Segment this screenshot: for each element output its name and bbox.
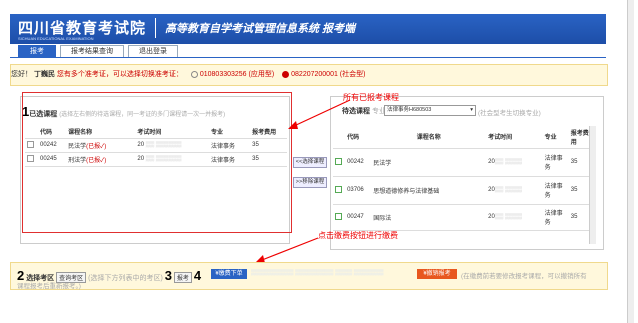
cert-option-2[interactable]: 082207200001 (社会型) <box>291 71 365 78</box>
course-fee: 35 <box>250 138 287 153</box>
col-name: 课程名称 <box>371 126 487 149</box>
exam-time: 20 <box>488 159 495 165</box>
course-fee: 35 <box>250 152 287 167</box>
course-major: 法律事务 <box>542 148 569 177</box>
blurred-text: ▒▒ ▒▒▒▒▒▒ <box>145 156 182 162</box>
status-badge: (已报✓) <box>86 157 107 164</box>
cancel-hint-2: 课程报考后重新报考。) <box>17 283 81 290</box>
course-name: 思想道德修养与法律基础 <box>371 176 487 205</box>
cancel-hint: (在缴费前若要修改报考课程，可以撤销所有 <box>461 273 587 280</box>
site-header: 四川省教育考试院 SICHUAN EDUCATIONAL EXAMINATION… <box>10 14 606 44</box>
table-row[interactable]: 00242 民法学(已报✓) 20 ▒▒ ▒▒▒▒▒▒ 法律事务 35 <box>25 138 287 153</box>
selected-courses-hint: (选择左右侧的待选课程，同一考证的多门课程请一次一并报考) <box>59 112 226 118</box>
selected-courses-title: 已选课程 <box>29 111 58 118</box>
table-scrollbar[interactable] <box>589 126 596 244</box>
blurred-text: ▒▒ ▒▒▒▒ <box>494 214 523 220</box>
action-bar: 2 选择考区 查询考区 (选择下方列表中的考区) 3 报考 4 ¥缴费下单 ▒▒… <box>10 262 608 290</box>
blurred-text: ▒▒ ▒▒▒▒▒▒ <box>145 142 182 148</box>
course-code: 00247 <box>345 204 372 231</box>
course-code: 00242 <box>345 148 372 177</box>
major-select-value: 法律事务H680503 <box>387 107 432 113</box>
switch-msg: 您有多个准考证，可以选择切换准考证： <box>56 71 183 78</box>
select-course-button[interactable]: <<选择课程 <box>293 157 327 168</box>
cert-option-1[interactable]: 010803303256 (应用型) <box>200 71 274 78</box>
page-scrollbar[interactable] <box>627 0 634 323</box>
course-name: 民法学 <box>371 148 487 177</box>
checkbox[interactable] <box>27 141 34 149</box>
step-number: 3 <box>164 268 172 283</box>
radio-icon[interactable] <box>190 70 198 78</box>
checkbox[interactable] <box>27 155 34 163</box>
col-name: 课程名称 <box>66 126 136 139</box>
checkbox[interactable] <box>335 213 342 221</box>
user-name: 丁巍民 <box>33 71 55 78</box>
course-code: 00242 <box>37 138 67 153</box>
available-courses-table: 代码 课程名称 考试时间 专业 报考费用 00242 民法学 20▒▒ ▒▒▒▒… <box>333 126 595 231</box>
blurred-text: ▒▒ ▒▒▒▒ <box>494 187 523 193</box>
exam-time: 20 <box>488 187 495 193</box>
course-code: 03706 <box>345 176 372 205</box>
table-row[interactable]: 00242 民法学 20▒▒ ▒▒▒▒ 法律事务 35 <box>333 148 595 177</box>
system-title: 高等教育自学考试管理信息系统 报考端 <box>165 23 356 35</box>
header-divider <box>155 18 156 38</box>
greeting: 您好 <box>11 71 25 78</box>
table-row[interactable]: 00247 国际法 20▒▒ ▒▒▒▒ 法律事务 35 <box>333 204 595 231</box>
chevron-down-icon: ▾ <box>470 107 473 113</box>
course-major: 法律事务 <box>542 204 569 231</box>
col-time: 考试时间 <box>486 126 543 149</box>
selected-courses-table: 代码 课程名称 考试时间 专业 报考费用 00242 民法学(已报✓) 20 ▒… <box>25 126 287 167</box>
blurred-text: ▒▒▒▒▒▒▒▒▒▒ ▒▒▒▒▒▒▒▒▒ ▒▒▒▒ ▒▒▒▒▒▒▒ <box>251 270 384 276</box>
exam-time: 20 <box>137 142 145 148</box>
pay-button[interactable]: ¥缴费下单 <box>211 269 247 279</box>
course-name: 刑法学 <box>68 157 87 164</box>
col-major: 专业 <box>542 126 569 149</box>
course-name: 民法学 <box>68 143 87 150</box>
checkbox[interactable] <box>335 158 342 166</box>
col-time: 考试时间 <box>135 126 210 139</box>
major-hint: (社会型考生切换专业) <box>478 110 541 117</box>
apply-button[interactable]: 报考 <box>173 272 192 283</box>
tab-underline <box>10 57 606 58</box>
major-select[interactable]: 法律事务H680503 ▾ <box>384 105 476 116</box>
exam-time: 20 <box>488 214 495 220</box>
remove-course-button[interactable]: >>移除课程 <box>293 177 327 188</box>
radio-selected-icon[interactable] <box>282 70 290 78</box>
status-badge: (已报✓) <box>86 143 107 150</box>
select-area-hint: (选择下方列表中的考区) <box>88 275 163 282</box>
blurred-text: ▒▒ ▒▒▒▒ <box>494 159 523 165</box>
account-notice: 您好！ 丁巍民 您有多个准考证，可以选择切换准考证： 010803303256 … <box>10 64 608 86</box>
checkbox[interactable] <box>335 186 342 194</box>
table-row[interactable]: 03706 思想道德修养与法律基础 20▒▒ ▒▒▒▒ 法律事务 35 <box>333 176 595 205</box>
annotation-arrow-top <box>288 99 351 129</box>
course-code: 00245 <box>37 152 67 167</box>
exam-time: 20 <box>137 156 145 162</box>
selected-courses-heading: 1已选课程 (选择左右侧的待选课程，同一考证的多门课程请一次一并报考) <box>22 104 225 119</box>
step-number: 4 <box>193 268 202 283</box>
org-subtitle: SICHUAN EDUCATIONAL EXAMINATION <box>18 36 94 41</box>
table-row[interactable]: 00245 刑法学(已报✓) 20 ▒▒ ▒▒▒▒▒▒ 法律事务 35 <box>25 152 287 167</box>
org-title: 四川省教育考试院 <box>18 20 147 37</box>
col-code: 代码 <box>37 126 67 139</box>
annotation-pay: 点击缴费按钮进行缴费 <box>318 231 398 240</box>
course-name: 国际法 <box>371 204 487 231</box>
course-major: 法律事务 <box>209 138 251 153</box>
col-major: 专业 <box>209 126 251 139</box>
course-major: 法律事务 <box>542 176 569 205</box>
course-major: 法律事务 <box>209 152 251 167</box>
cancel-apply-button[interactable]: ¥撤销报考 <box>417 269 457 279</box>
